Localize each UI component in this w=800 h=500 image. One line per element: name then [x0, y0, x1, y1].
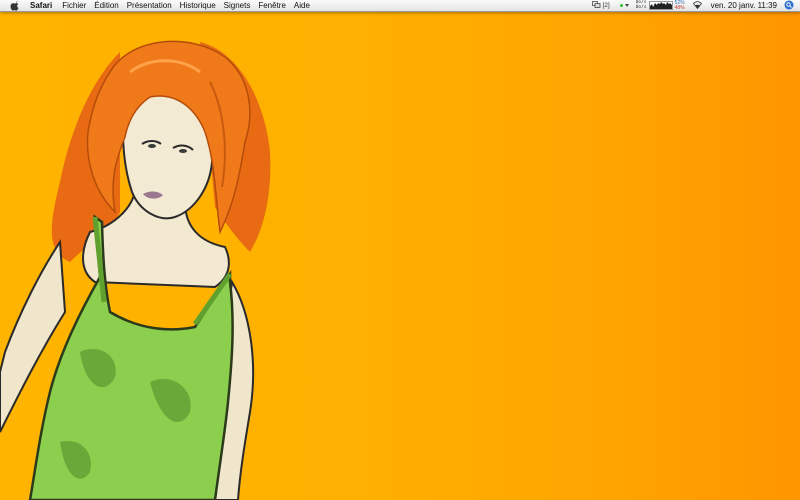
- net-down-rate: 0o/s: [635, 4, 647, 10]
- menu-fichier[interactable]: Fichier: [58, 0, 90, 11]
- spaces-count: [2]: [602, 2, 610, 9]
- wifi-icon: [692, 0, 703, 11]
- wifi-menu[interactable]: [692, 0, 703, 11]
- dropdown-arrow-icon: [624, 4, 629, 7]
- spaces-menu[interactable]: [2]: [592, 0, 610, 11]
- status-dot-icon: [619, 4, 623, 7]
- menu-historique[interactable]: Historique: [176, 0, 220, 11]
- cpu-sys-percent: 48%: [674, 4, 685, 11]
- cpu-graph-icon: [648, 1, 673, 10]
- desktop: Safari Fichier Édition Présentation Hist…: [0, 0, 800, 500]
- wallpaper-illustration: [0, 40, 271, 500]
- status-menu[interactable]: [617, 0, 629, 11]
- menu-aide[interactable]: Aide: [290, 0, 314, 11]
- menu-app-name[interactable]: Safari: [26, 0, 58, 11]
- menu-presentation[interactable]: Présentation: [123, 0, 176, 11]
- spaces-icon: [592, 1, 601, 10]
- network-monitor[interactable]: 0o/s 0o/s 52% 48%: [636, 0, 685, 11]
- menu-bar: Safari Fichier Édition Présentation Hist…: [0, 0, 800, 12]
- menubar-clock[interactable]: ven. 20 janv. 11:39: [711, 1, 777, 10]
- menu-signets[interactable]: Signets: [220, 0, 255, 11]
- spotlight-button[interactable]: [784, 0, 794, 11]
- menu-fenetre[interactable]: Fenêtre: [254, 0, 290, 11]
- menu-edition[interactable]: Édition: [90, 0, 122, 11]
- apple-logo-icon[interactable]: [7, 0, 21, 11]
- spotlight-search-icon: [784, 0, 794, 12]
